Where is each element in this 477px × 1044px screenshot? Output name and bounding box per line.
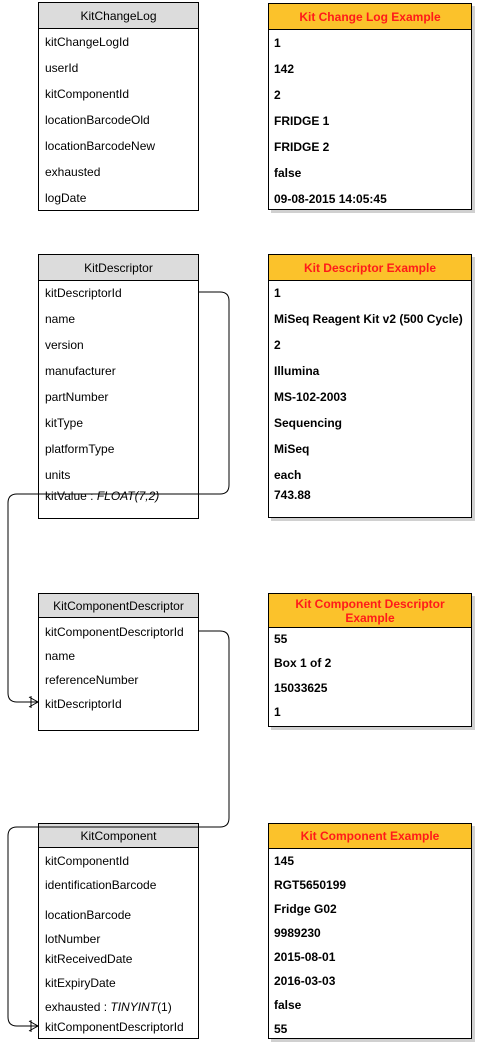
relationship-connectors — [7, 291, 230, 1032]
connector-kit-descriptor — [7, 291, 230, 703]
connector-kit-component-descriptor — [7, 630, 230, 1027]
